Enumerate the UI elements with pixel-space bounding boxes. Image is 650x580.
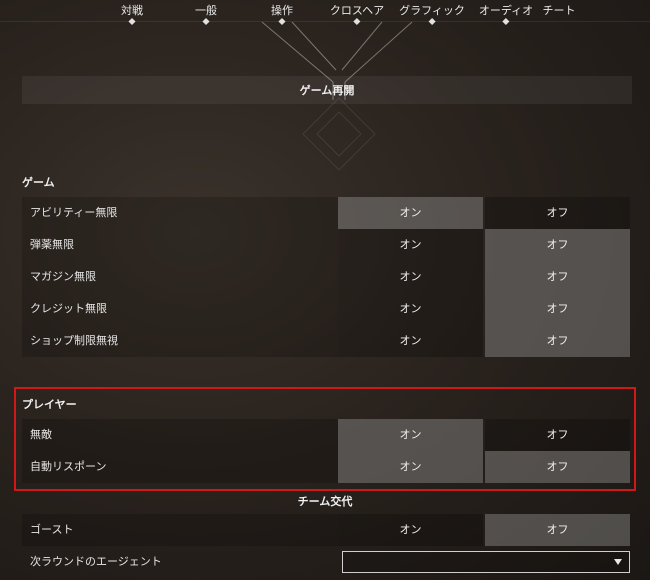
option-off-button[interactable]: オフ xyxy=(485,293,630,325)
setting-label: 弾薬無限 xyxy=(30,238,74,251)
option-off-button[interactable]: オフ xyxy=(485,325,630,357)
setting-label: 無敵 xyxy=(30,428,52,441)
option-off-button[interactable]: オフ xyxy=(485,451,630,483)
tab-cheats[interactable]: チート xyxy=(543,2,576,18)
option-off-button[interactable]: オフ xyxy=(485,419,630,451)
tab-controls[interactable]: 操作 xyxy=(271,2,293,26)
setting-label: 自動リスポーン xyxy=(30,460,107,473)
tab-crosshair[interactable]: クロスヘア xyxy=(330,2,384,26)
setting-label: マガジン無限 xyxy=(30,270,96,283)
chevron-down-icon xyxy=(614,559,622,565)
section-title-game: ゲーム xyxy=(22,176,55,189)
setting-label: クレジット無限 xyxy=(30,302,107,315)
top-nav: 対戦 一般 操作 クロスヘア グラフィック オーディオ チート xyxy=(0,0,650,26)
option-off-button[interactable]: オフ xyxy=(485,197,630,229)
tab-match[interactable]: 対戦 xyxy=(121,2,143,26)
section-title-player: プレイヤー xyxy=(22,398,77,411)
setting-label: ゴースト xyxy=(30,523,74,536)
resume-game-button[interactable]: ゲーム再開 xyxy=(22,76,632,104)
team-swap-button[interactable]: チーム交代 xyxy=(0,493,650,509)
next-agent-dropdown[interactable] xyxy=(342,551,630,573)
option-off-button[interactable]: オフ xyxy=(485,229,630,261)
setting-row-infinite-credits: クレジット無限 オン オフ xyxy=(22,293,632,325)
option-on-button[interactable]: オン xyxy=(338,451,483,483)
setting-row-invincible: 無敵 オン オフ xyxy=(22,419,632,451)
option-off-button[interactable]: オフ xyxy=(485,261,630,293)
option-on-button[interactable]: オン xyxy=(338,325,483,357)
setting-label: 次ラウンドのエージェント xyxy=(30,555,162,568)
setting-row-ignore-shop-limits: ショップ制限無視 オン オフ xyxy=(22,325,632,357)
option-on-button[interactable]: オン xyxy=(338,293,483,325)
setting-row-auto-respawn: 自動リスポーン オン オフ xyxy=(22,451,632,483)
setting-row-infinite-abilities: アビリティー無限 オン オフ xyxy=(22,197,632,229)
option-on-button[interactable]: オン xyxy=(338,261,483,293)
setting-row-infinite-magazine: マガジン無限 オン オフ xyxy=(22,261,632,293)
option-on-button[interactable]: オン xyxy=(338,229,483,261)
tab-graphics[interactable]: グラフィック xyxy=(399,2,465,26)
option-on-button[interactable]: オン xyxy=(338,419,483,451)
option-on-button[interactable]: オン xyxy=(338,197,483,229)
setting-row-ghost: ゴースト オン オフ xyxy=(22,514,632,546)
tab-audio[interactable]: オーディオ xyxy=(479,2,533,26)
setting-label: アビリティー無限 xyxy=(30,206,118,219)
nav-divider xyxy=(0,21,650,22)
setting-row-infinite-ammo: 弾薬無限 オン オフ xyxy=(22,229,632,261)
option-on-button[interactable]: オン xyxy=(338,514,483,546)
setting-label: ショップ制限無視 xyxy=(30,334,118,347)
option-off-button[interactable]: オフ xyxy=(485,514,630,546)
tab-general[interactable]: 一般 xyxy=(195,2,217,26)
